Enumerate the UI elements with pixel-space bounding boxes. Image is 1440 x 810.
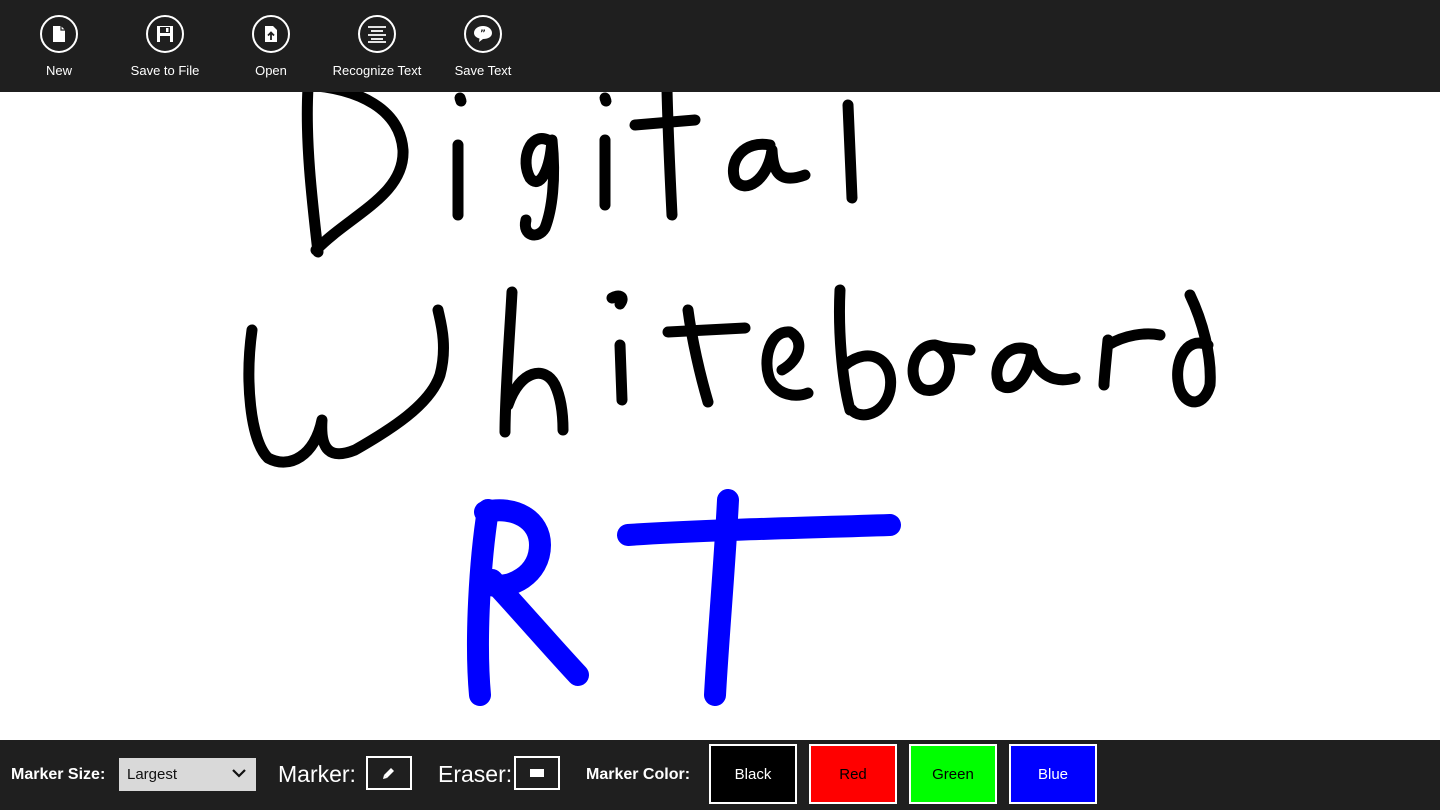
ink-layer bbox=[243, 79, 1216, 706]
recognize-text-label: Recognize Text bbox=[332, 63, 422, 78]
pencil-icon bbox=[383, 768, 394, 779]
color-red-button[interactable]: Red bbox=[809, 744, 897, 804]
save-text-button[interactable]: ” Save Text bbox=[430, 0, 536, 92]
new-document-icon bbox=[40, 15, 78, 53]
open-button[interactable]: Open bbox=[218, 0, 324, 92]
color-black-label: Black bbox=[734, 765, 772, 783]
handwriting-digital bbox=[299, 79, 858, 258]
drawing-canvas[interactable] bbox=[0, 0, 1440, 740]
save-icon bbox=[146, 15, 184, 53]
eraser-label: Eraser: bbox=[438, 761, 513, 787]
marker-size-dropdown[interactable]: Largest bbox=[119, 758, 256, 791]
open-label: Open bbox=[255, 63, 287, 78]
save-to-file-button[interactable]: Save to File bbox=[112, 0, 218, 92]
eraser-tool-button[interactable] bbox=[514, 756, 560, 790]
marker-label: Marker: bbox=[278, 761, 356, 787]
chevron-down-icon bbox=[232, 769, 246, 778]
new-button-label: New bbox=[45, 63, 72, 78]
color-green-button[interactable]: Green bbox=[909, 744, 997, 804]
app-bar-top: New Save to File Open Recognize Text ” S… bbox=[0, 0, 1440, 92]
recognize-text-button[interactable]: Recognize Text bbox=[324, 0, 430, 92]
handwriting-rt bbox=[467, 489, 901, 706]
marker-color-label: Marker Color: bbox=[586, 766, 691, 783]
marker-tool-button[interactable] bbox=[366, 756, 412, 790]
open-file-icon bbox=[252, 15, 290, 53]
speech-bubble-icon: ” bbox=[464, 15, 502, 53]
save-text-label: Save Text bbox=[454, 63, 512, 78]
color-blue-button[interactable]: Blue bbox=[1009, 744, 1097, 804]
handwriting-whiteboard bbox=[243, 284, 1216, 468]
save-to-file-label: Save to File bbox=[130, 63, 200, 78]
app-bar-bottom: Marker Size: Largest Marker: Eraser: Mar… bbox=[0, 740, 1440, 810]
marker-size-value: Largest bbox=[127, 766, 178, 783]
color-blue-label: Blue bbox=[1037, 765, 1069, 783]
color-green-label: Green bbox=[932, 765, 974, 783]
svg-text:”: ” bbox=[480, 29, 486, 39]
align-text-icon bbox=[358, 15, 396, 53]
color-red-label: Red bbox=[839, 765, 867, 783]
color-black-button[interactable]: Black bbox=[709, 744, 797, 804]
eraser-icon bbox=[530, 769, 544, 777]
new-button[interactable]: New bbox=[6, 0, 112, 92]
marker-size-label: Marker Size: bbox=[11, 766, 106, 783]
